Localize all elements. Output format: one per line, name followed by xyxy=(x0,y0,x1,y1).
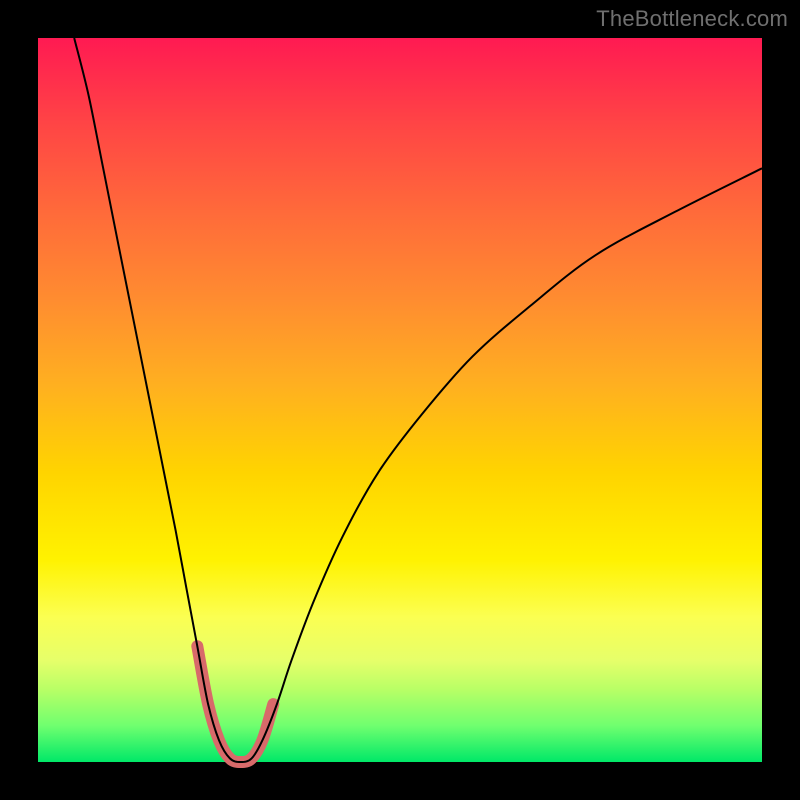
watermark-text: TheBottleneck.com xyxy=(596,6,788,32)
chart-plot-area xyxy=(38,38,762,762)
bottleneck-curve-line xyxy=(74,38,762,762)
bottleneck-curve-svg xyxy=(38,38,762,762)
